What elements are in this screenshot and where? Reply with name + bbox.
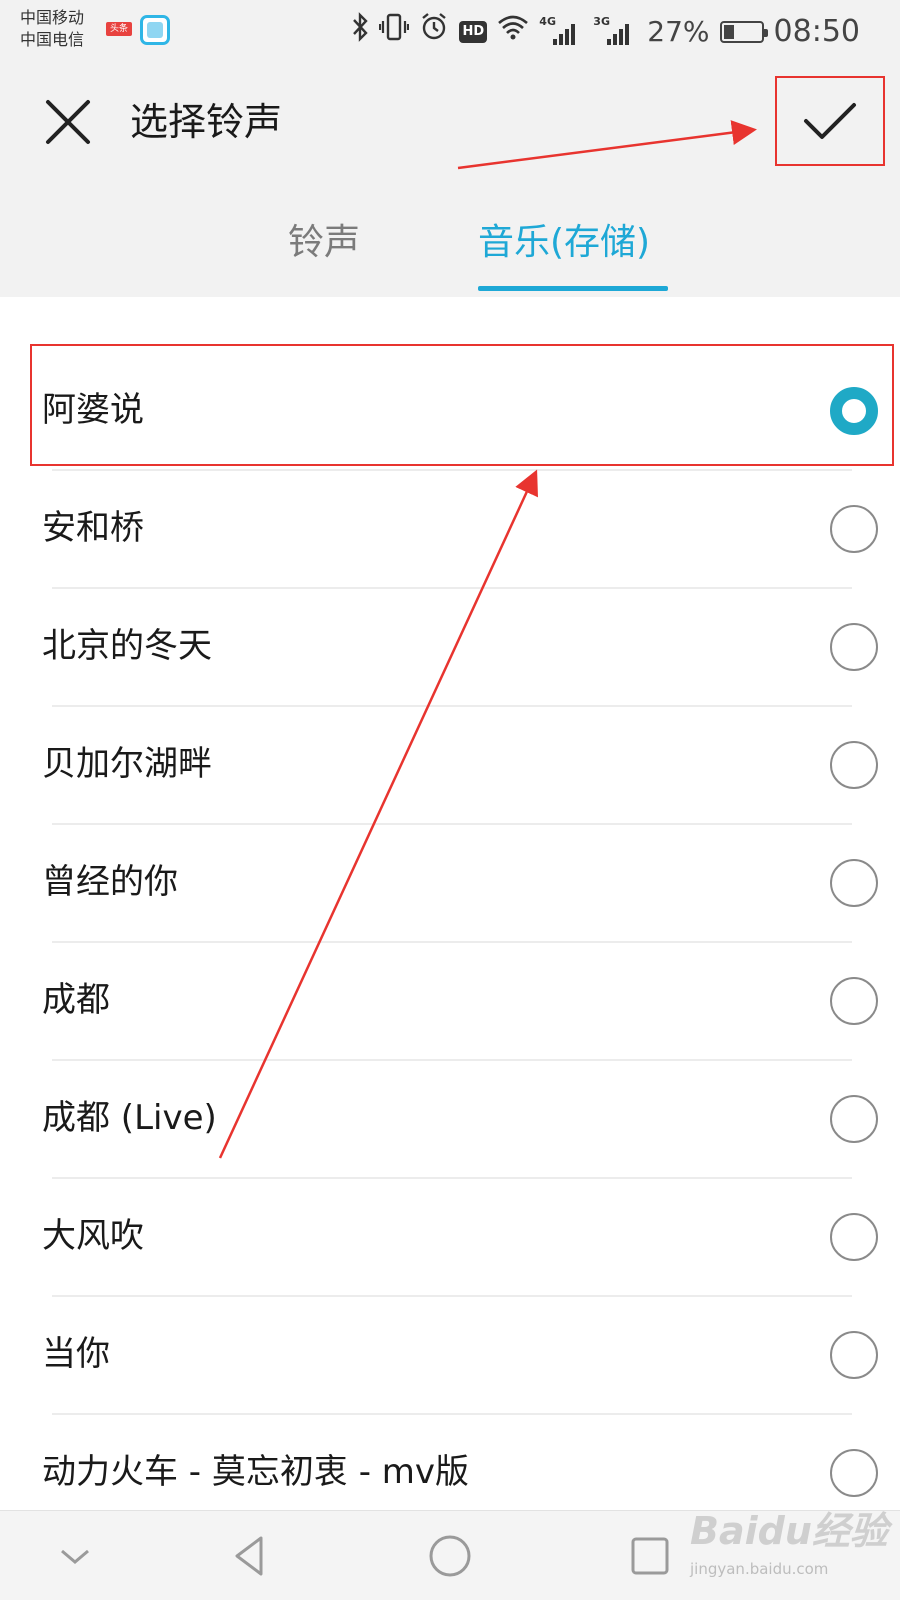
close-icon (46, 100, 90, 144)
carrier-2: 中国电信 (20, 30, 85, 49)
radio-button[interactable] (830, 1449, 878, 1497)
hd-icon: HD (459, 20, 488, 43)
close-button[interactable] (38, 92, 98, 152)
signal-4g-icon: 4G (539, 15, 583, 47)
wifi-icon (497, 12, 529, 51)
tab-ringtones[interactable]: 铃声 (288, 220, 360, 266)
song-title: 曾经的你 (42, 862, 178, 902)
song-title: 贝加尔湖畔 (42, 744, 212, 784)
app-notification-icon (140, 15, 170, 45)
tab-bar: 铃声 音乐(存储) (0, 182, 900, 297)
radio-button[interactable] (830, 1331, 878, 1379)
toutiao-badge: 头条 (106, 22, 132, 36)
clock: 08:50 (773, 13, 860, 49)
radio-button[interactable] (830, 1213, 878, 1261)
radio-button[interactable] (830, 741, 878, 789)
back-button[interactable] (225, 1531, 275, 1581)
status-bar: 中国移动 中国电信 头条 HD 4G 3G 27% 08:50 (0, 0, 900, 62)
signal-3g-icon: 3G (593, 15, 637, 47)
song-title: 动力火车 - 莫忘初衷 - mv版 (42, 1452, 470, 1492)
home-icon (429, 1535, 471, 1577)
song-list-item[interactable]: 安和桥 (0, 469, 900, 589)
home-button[interactable] (425, 1531, 475, 1581)
recents-icon (631, 1537, 669, 1575)
bluetooth-icon (351, 12, 369, 51)
song-list-item[interactable]: 成都 (Live) (0, 1059, 900, 1179)
song-title: 大风吹 (42, 1216, 144, 1256)
recents-button[interactable] (625, 1531, 675, 1581)
battery-icon (719, 20, 768, 43)
song-list-item[interactable]: 大风吹 (0, 1177, 900, 1297)
song-list-item[interactable]: 阿婆说 (0, 351, 900, 471)
radio-button[interactable] (830, 505, 878, 553)
alarm-icon (419, 12, 449, 51)
song-title: 阿婆说 (42, 390, 144, 430)
confirm-button[interactable] (775, 76, 885, 166)
song-title: 当你 (42, 1334, 110, 1374)
song-list-item[interactable]: 成都 (0, 941, 900, 1061)
song-list-item[interactable]: 北京的冬天 (0, 587, 900, 707)
song-title: 北京的冬天 (42, 626, 212, 666)
radio-button-selected[interactable] (830, 387, 878, 435)
check-icon (804, 103, 856, 139)
active-tab-indicator (478, 286, 668, 291)
baidu-watermark-url: jingyan.baidu.com (690, 1560, 829, 1578)
song-title: 安和桥 (42, 508, 144, 548)
carrier-1: 中国移动 (20, 8, 85, 27)
back-icon (235, 1536, 263, 1576)
song-title: 成都 (Live) (42, 1098, 217, 1138)
vibrate-icon (379, 12, 410, 51)
status-icons: HD 4G 3G 27% 08:50 (351, 12, 860, 51)
song-list-item[interactable]: 贝加尔湖畔 (0, 705, 900, 825)
radio-button[interactable] (830, 1095, 878, 1143)
song-title: 成都 (42, 980, 110, 1020)
carrier-info: 中国移动 中国电信 (20, 7, 84, 51)
radio-button[interactable] (830, 859, 878, 907)
app-header: 选择铃声 (0, 62, 900, 182)
tab-music-storage[interactable]: 音乐(存储) (478, 220, 650, 266)
song-list-item[interactable]: 曾经的你 (0, 823, 900, 943)
page-title: 选择铃声 (130, 100, 283, 144)
radio-button[interactable] (830, 977, 878, 1025)
collapse-icon (61, 1549, 89, 1564)
collapse-nav-button[interactable] (50, 1531, 100, 1581)
battery-percent: 27% (647, 14, 710, 48)
battery-level-fill (723, 24, 734, 39)
radio-button[interactable] (830, 623, 878, 671)
song-list-item[interactable]: 当你 (0, 1295, 900, 1415)
